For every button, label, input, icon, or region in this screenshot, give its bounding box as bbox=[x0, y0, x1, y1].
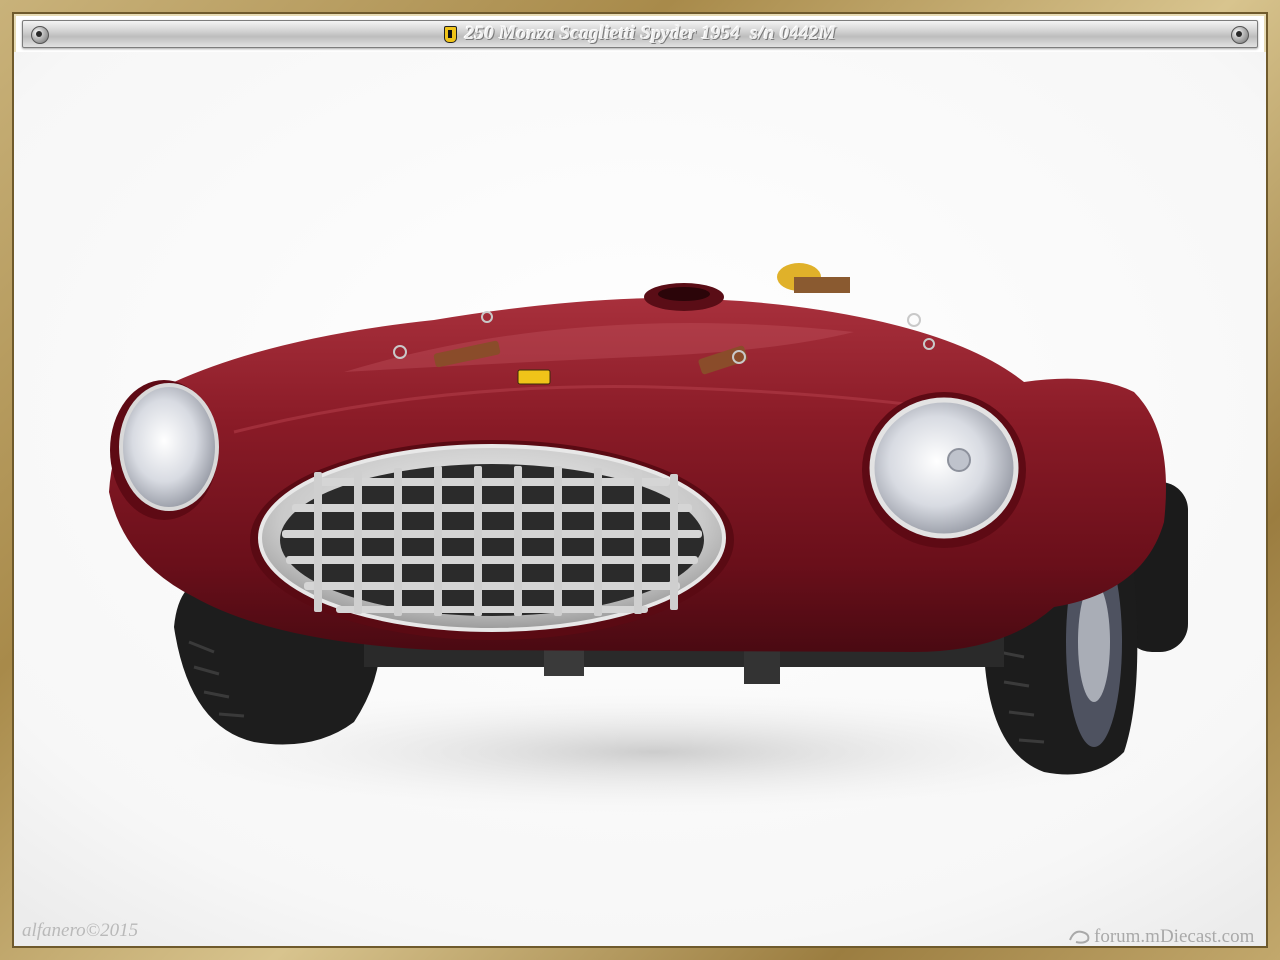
title-bar: 250 Monza Scaglietti Spyder 1954 s/n 044… bbox=[22, 20, 1258, 48]
screw-icon bbox=[31, 26, 49, 44]
prancing-horse-shield-icon bbox=[443, 25, 457, 43]
watermark-text: forum.mDiecast.com bbox=[1094, 926, 1255, 947]
screw-icon bbox=[1231, 26, 1249, 44]
forum-watermark: forum.mDiecast.com bbox=[1068, 926, 1254, 948]
photo-title: 250 Monza Scaglietti Spyder 1954 s/n 044… bbox=[464, 23, 837, 44]
photographer-signature: alfanero©2015 bbox=[22, 920, 139, 941]
car-photo bbox=[14, 52, 1266, 946]
forum-logo-icon bbox=[1069, 930, 1090, 944]
